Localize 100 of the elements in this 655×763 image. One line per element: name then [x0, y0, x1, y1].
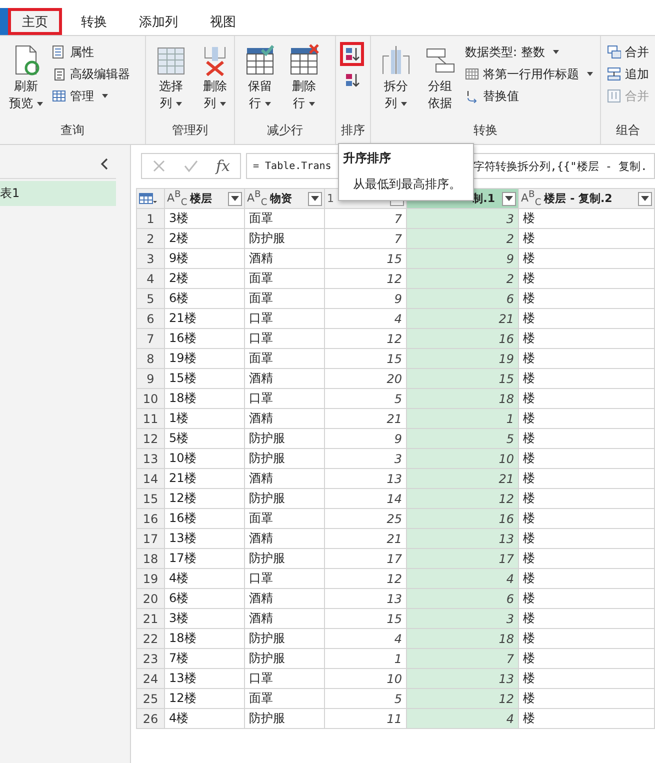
table-cell: 4楼	[164, 568, 244, 588]
table-cell: 12	[406, 488, 518, 508]
table-cell: 酒精	[244, 248, 324, 268]
table-cell: 16	[406, 328, 518, 348]
table-cell: 9	[406, 248, 518, 268]
tooltip-title: 升序排序	[343, 150, 392, 167]
row-number: 8	[136, 348, 164, 368]
table-cell: 楼	[518, 288, 654, 308]
table-cell: 10	[406, 448, 518, 468]
table-cell: 口罩	[244, 388, 324, 408]
column-name: 物资	[270, 191, 294, 206]
table-cell: 楼	[518, 428, 654, 448]
table-cell: 13	[406, 528, 518, 548]
table-cell: 20	[324, 368, 406, 388]
table-cell: 楼	[518, 468, 654, 488]
table-cell: 9	[324, 428, 406, 448]
table-cell: 楼	[518, 628, 654, 648]
table-cell: 楼	[518, 208, 654, 228]
table-cell: 17	[406, 548, 518, 568]
table-cell: 12楼	[164, 688, 244, 708]
table-cell: 楼	[518, 408, 654, 428]
table-cell: 防护服	[244, 428, 324, 448]
row-number: 26	[136, 708, 164, 728]
table-cell: 酒精	[244, 408, 324, 428]
table-cell: 13	[324, 588, 406, 608]
table-cell: 3	[406, 208, 518, 228]
table-cell: 7	[406, 648, 518, 668]
table-cell: 21	[406, 468, 518, 488]
table-cell: 面罩	[244, 508, 324, 528]
table-cell: 18楼	[164, 388, 244, 408]
row-number: 15	[136, 488, 164, 508]
table-cell: 12	[406, 688, 518, 708]
row-number: 21	[136, 608, 164, 628]
table-cell: 楼	[518, 348, 654, 368]
table-cell: 楼	[518, 508, 654, 528]
table-cell: 防护服	[244, 648, 324, 668]
table-cell: 6	[406, 588, 518, 608]
table-cell: 7	[324, 228, 406, 248]
table-cell: 15	[324, 608, 406, 628]
table-cell: 4	[406, 708, 518, 728]
table-cell: 楼	[518, 608, 654, 628]
table-cell: 15	[406, 368, 518, 388]
table-cell: 2	[406, 228, 518, 248]
table-cell: 16	[406, 508, 518, 528]
row-number: 24	[136, 668, 164, 688]
table-cell: 16楼	[164, 328, 244, 348]
table-cell: 面罩	[244, 208, 324, 228]
table-cell: 19楼	[164, 348, 244, 368]
table-cell: 口罩	[244, 568, 324, 588]
table-cell: 12楼	[164, 488, 244, 508]
table-cell: 21	[324, 528, 406, 548]
table-cell: 17	[324, 548, 406, 568]
table-cell: 楼	[518, 448, 654, 468]
table-cell: 6楼	[164, 588, 244, 608]
table-cell: 楼	[518, 568, 654, 588]
table-cell: 面罩	[244, 268, 324, 288]
table-cell: 酒精	[244, 368, 324, 388]
row-number: 7	[136, 328, 164, 348]
table-cell: 楼	[518, 708, 654, 728]
table-cell: 13	[406, 668, 518, 688]
table-cell: 3楼	[164, 608, 244, 628]
column-name: 楼层 - 复制.2	[544, 191, 614, 206]
table-cell: 12	[324, 268, 406, 288]
table-cell: 楼	[518, 368, 654, 388]
table-cell: 14	[324, 488, 406, 508]
table-cell: 楼	[518, 308, 654, 328]
group-label: 查询	[60, 122, 86, 139]
table-cell: 楼	[518, 328, 654, 348]
table-cell: 楼	[518, 528, 654, 548]
table-cell: 楼	[518, 388, 654, 408]
table-cell: 3	[406, 608, 518, 628]
row-number: 2	[136, 228, 164, 248]
table-cell: 12	[324, 328, 406, 348]
table-cell: 15	[324, 348, 406, 368]
table-cell: 18	[406, 388, 518, 408]
row-number: 25	[136, 688, 164, 708]
table-cell: 5	[406, 428, 518, 448]
row-number: 9	[136, 368, 164, 388]
table-cell: 面罩	[244, 688, 324, 708]
row-number: 10	[136, 388, 164, 408]
table-cell: 9楼	[164, 248, 244, 268]
row-number: 18	[136, 548, 164, 568]
table-cell: 7楼	[164, 648, 244, 668]
table-cell: 楼	[518, 688, 654, 708]
table-cell: 酒精	[244, 608, 324, 628]
row-number: 16	[136, 508, 164, 528]
table-cell: 防护服	[244, 708, 324, 728]
table-cell: 15	[324, 248, 406, 268]
row-number: 14	[136, 468, 164, 488]
row-number: 1	[136, 208, 164, 228]
table-cell: 楼	[518, 488, 654, 508]
table-cell: 1	[324, 648, 406, 668]
table-cell: 酒精	[244, 588, 324, 608]
table-cell: 防护服	[244, 228, 324, 248]
table-cell: 楼	[518, 648, 654, 668]
group-label: 排序	[340, 122, 366, 139]
table-cell: 21	[406, 308, 518, 328]
row-number: 4	[136, 268, 164, 288]
table-cell: 21楼	[164, 308, 244, 328]
table-cell: 4	[324, 628, 406, 648]
